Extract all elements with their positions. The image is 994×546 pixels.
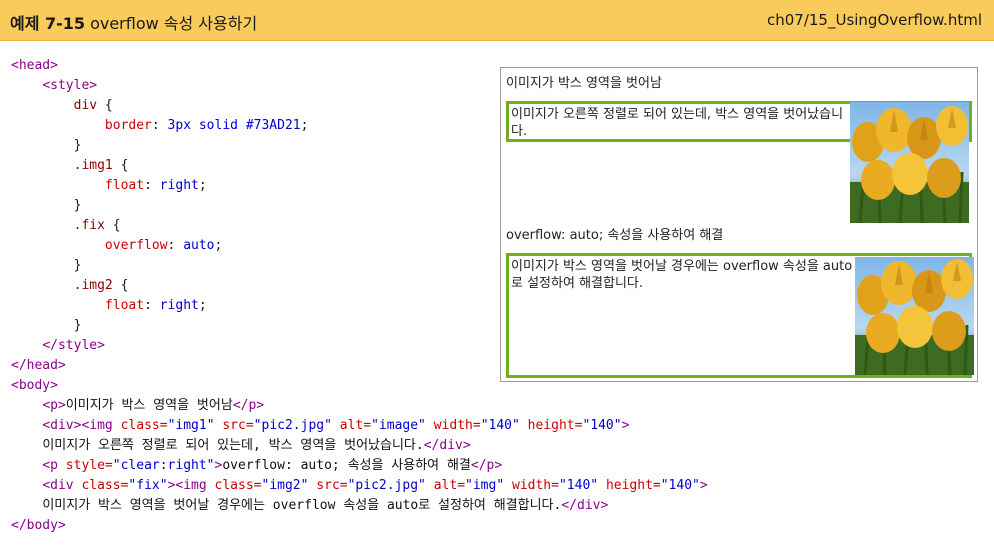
tulip-photo-icon [855,257,974,375]
example-number: 예제 7-15 [10,14,86,33]
code-line: <div><img class="img1" src="pic2.jpg" al… [42,418,630,433]
preview-div-fixed: 이미지가 박스 영역을 벗어날 경우에는 overflow 속성을 auto로 … [506,253,974,378]
code-line: <div class="fix"><img class="img2" src="… [42,478,708,493]
preview-div-2-text: 이미지가 박스 영역을 벗어날 경우에는 overflow 속성을 auto로 … [511,259,853,291]
file-path: ch07/15_UsingOverflow.html [766,11,982,29]
code-line: <p>이미지가 박스 영역을 벗어남</p> [42,398,265,413]
example-header: 예제 7-15 overflow 속성 사용하기 ch07/15_UsingOve… [0,0,994,41]
code-line: <p style="clear:right">overflow: auto; 속… [42,458,503,473]
preview-div-1-text: 이미지가 오른쪽 정렬로 되어 있는데, 박스 영역을 벗어났습니다. [511,107,844,139]
preview-paragraph-1: 이미지가 박스 영역을 벗어남 [506,76,662,91]
example-title: 예제 7-15 overflow 속성 사용하기 [10,10,257,34]
preview-paragraph-2: overflow: auto; 속성을 사용하여 해결 [506,228,724,243]
tulip-photo-icon [850,102,969,223]
example-title-text: overflow 속성 사용하기 [90,14,258,33]
browser-preview: 이미지가 박스 영역을 벗어남 이미지가 오른쪽 정렬로 되어 있는데, 박스 … [500,67,978,382]
code-line: 이미지가 박스 영역을 벗어날 경우에는 overflow 속성을 auto로 … [42,498,609,513]
code-line: </body> [11,518,66,533]
code-line: 이미지가 오른쪽 정렬로 되어 있는데, 박스 영역을 벗어났습니다.</div… [42,438,471,453]
